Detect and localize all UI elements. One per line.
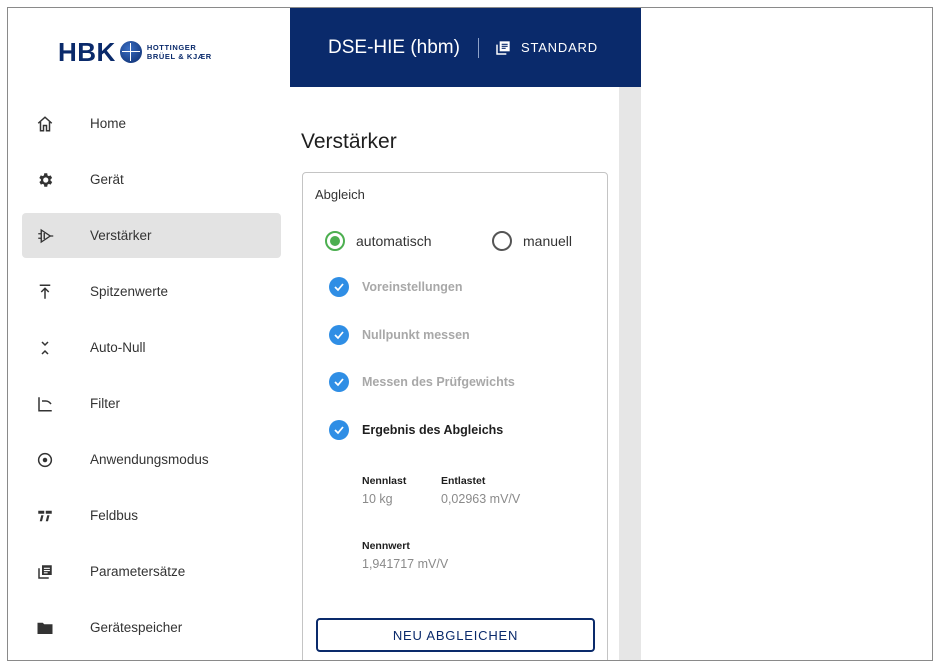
- sidebar-item-geraet[interactable]: Gerät: [22, 157, 281, 202]
- sidebar-item-verstaerker[interactable]: Verstärker: [22, 213, 281, 258]
- target-icon: [22, 451, 68, 469]
- step-ergebnis: Ergebnis des Abgleichs: [329, 420, 503, 440]
- entlastet-value: 0,02963 mV/V: [441, 492, 521, 506]
- card-title: Abgleich: [315, 187, 365, 202]
- scroll-area[interactable]: [619, 87, 641, 660]
- radio-button-selected[interactable]: [325, 231, 345, 251]
- sidebar-item-label: Gerät: [90, 172, 124, 187]
- step-pruefgewicht: Messen des Prüfgewichts: [329, 372, 515, 392]
- filter-curve-icon: [22, 395, 68, 413]
- sidebar-item-label: Filter: [90, 396, 120, 411]
- sidebar-item-auto-null[interactable]: Auto-Null: [22, 325, 281, 370]
- gear-icon: [22, 171, 68, 189]
- radio-label: automatisch: [356, 233, 432, 249]
- radio-label: manuell: [523, 233, 573, 249]
- step-voreinstellungen: Voreinstellungen: [329, 277, 462, 297]
- step-label: Nullpunkt messen: [362, 328, 470, 342]
- sidebar-item-geraetespeicher[interactable]: Gerätespeicher: [22, 605, 281, 650]
- nennwert-value: 1,941717 mV/V: [362, 557, 449, 571]
- sidebar-item-anwendungsmodus[interactable]: Anwendungsmodus: [22, 437, 281, 482]
- sidebar: HBK HOTTINGER BRÜEL & KJÆR Home Gerät Ve…: [8, 8, 290, 660]
- sidebar-item-filter[interactable]: Filter: [22, 381, 281, 426]
- radio-manuell[interactable]: manuell: [492, 231, 572, 251]
- sidebar-item-feldbus[interactable]: Feldbus: [22, 493, 281, 538]
- step-nullpunkt: Nullpunkt messen: [329, 325, 470, 345]
- nennwert-field: Nennwert 1,941717 mV/V: [362, 540, 448, 571]
- check-circle-icon: [329, 277, 349, 297]
- sidebar-nav: Home Gerät Verstärker Spitzenwerte Auto-…: [22, 101, 281, 660]
- radio-button[interactable]: [492, 231, 512, 251]
- nennlast-value: 10 kg: [362, 492, 393, 506]
- amplifier-icon: [22, 227, 68, 245]
- page-title: Verstärker: [301, 130, 397, 153]
- abgleich-card: Abgleich automatisch manuell Voreinstell…: [302, 172, 608, 660]
- nennwert-label: Nennwert: [362, 540, 410, 552]
- sidebar-item-label: Verstärker: [90, 228, 152, 243]
- nennlast-label: Nennlast: [362, 475, 407, 487]
- app-header: DSE-HIE (hbm) STANDARD: [290, 8, 641, 87]
- nennlast-field: Nennlast 10 kg: [362, 475, 406, 506]
- fieldbus-icon: [22, 507, 68, 525]
- logo-subtitle: HOTTINGER BRÜEL & KJÆR: [146, 43, 212, 61]
- auto-zero-icon: [22, 339, 68, 357]
- neu-abgleichen-button[interactable]: NEU ABGLEICHEN: [316, 618, 595, 652]
- peak-arrow-icon: [22, 283, 68, 301]
- sidebar-item-label: Feldbus: [90, 508, 139, 523]
- sidebar-item-label: Parametersätze: [90, 564, 186, 579]
- folder-icon: [22, 619, 68, 637]
- app-window: HBK HOTTINGER BRÜEL & KJÆR Home Gerät Ve…: [7, 7, 933, 661]
- entlastet-label: Entlastet: [441, 475, 486, 487]
- parameter-set-icon: [495, 40, 511, 56]
- header-divider: [477, 37, 479, 58]
- check-circle-icon: [329, 420, 349, 440]
- check-circle-icon: [329, 372, 349, 392]
- sidebar-item-label: Auto-Null: [90, 340, 146, 355]
- radio-automatisch[interactable]: automatisch: [325, 231, 431, 251]
- entlastet-field: Entlastet 0,02963 mV/V: [441, 475, 520, 506]
- step-label: Messen des Prüfgewichts: [362, 375, 515, 389]
- main-content: Verstärker Abgleich automatisch manuell …: [290, 87, 619, 660]
- sidebar-item-home[interactable]: Home: [22, 101, 281, 146]
- logo-brand: HBK: [58, 36, 116, 67]
- globe-icon: [119, 41, 142, 63]
- sidebar-item-spitzenwerte[interactable]: Spitzenwerte: [22, 269, 281, 314]
- check-circle-icon: [329, 325, 349, 345]
- sidebar-item-label: Anwendungsmodus: [90, 452, 209, 467]
- hbk-logo: HBK HOTTINGER BRÜEL & KJÆR: [58, 36, 212, 67]
- device-name: DSE-HIE (hbm): [328, 36, 460, 58]
- home-icon: [22, 115, 68, 133]
- parameter-sets-icon: [22, 563, 68, 581]
- parameter-set-label[interactable]: STANDARD: [521, 40, 598, 55]
- sidebar-item-parametersaetze[interactable]: Parametersätze: [22, 549, 281, 594]
- step-label: Ergebnis des Abgleichs: [362, 423, 504, 437]
- step-label: Voreinstellungen: [362, 280, 463, 294]
- sidebar-item-label: Spitzenwerte: [90, 284, 169, 299]
- sidebar-item-label: Gerätespeicher: [90, 620, 183, 635]
- sidebar-item-label: Home: [90, 116, 127, 131]
